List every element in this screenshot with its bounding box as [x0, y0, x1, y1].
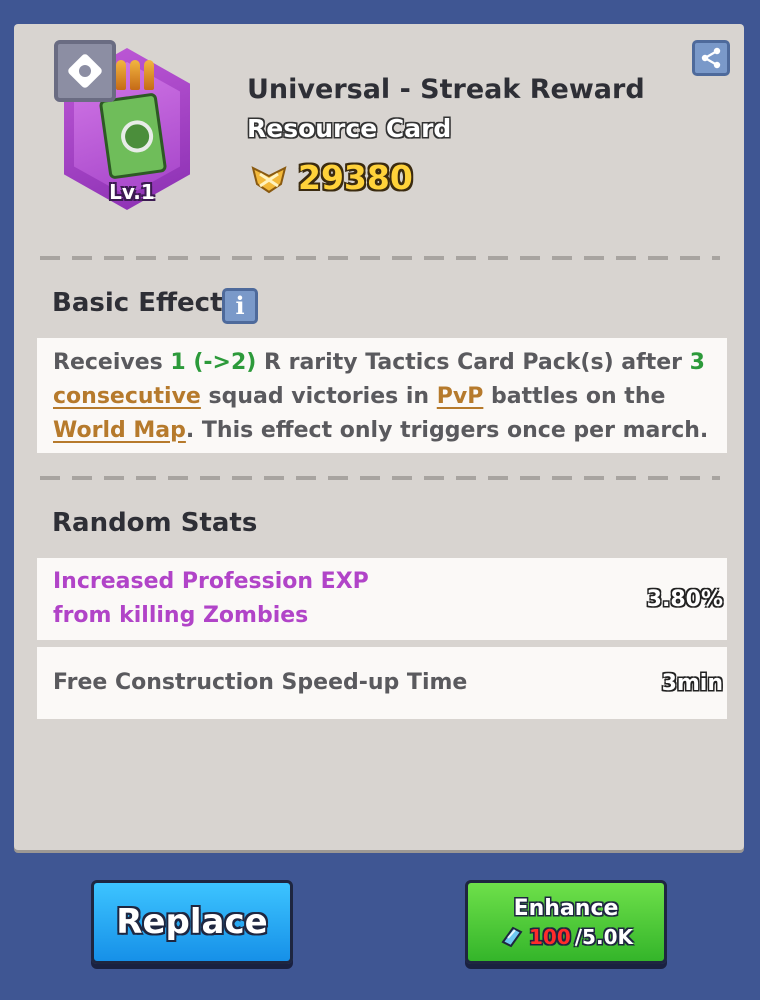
basic-effect-heading: Basic Effect — [52, 288, 223, 318]
divider — [40, 256, 720, 260]
card-level: Lv.1 — [109, 180, 155, 204]
info-button[interactable]: i — [222, 288, 258, 324]
replace-button[interactable]: Replace — [91, 880, 293, 964]
share-button[interactable] — [692, 40, 730, 76]
keyword-world-map[interactable]: World Map — [53, 418, 186, 443]
random-stats-heading: Random Stats — [52, 508, 258, 538]
stat-name: Free Construction Speed-up Time — [53, 670, 468, 695]
keyword-pvp[interactable]: PvP — [437, 384, 484, 409]
card-title: Universal - Streak Reward — [247, 74, 645, 105]
basic-effect-description: Receives 1 (->2) R rarity Tactics Card P… — [37, 338, 727, 453]
power-icon — [250, 164, 288, 194]
enhance-label: Enhance — [513, 895, 619, 921]
card-icon[interactable]: Lv.1 — [54, 40, 194, 215]
stat-row: Increased Profession EXP from killing Zo… — [37, 558, 727, 640]
divider — [40, 476, 720, 480]
keyword-consecutive[interactable]: consecutive — [53, 384, 201, 409]
share-icon — [701, 47, 721, 69]
cost-have: 100 — [529, 924, 571, 949]
crystal-icon — [501, 926, 523, 947]
stat-row: Free Construction Speed-up Time 3min — [37, 647, 727, 719]
power-value: 29380 — [298, 158, 413, 197]
replace-label: Replace — [116, 902, 268, 942]
stat-value: 3min — [661, 670, 723, 696]
enhance-button[interactable]: Enhance 100/5.0K — [465, 880, 667, 964]
card-type-badge-icon — [54, 40, 116, 102]
cost-need: /5.0K — [574, 924, 633, 949]
card-type: Resource Card — [247, 114, 452, 143]
enhance-cost: 100/5.0K — [499, 925, 633, 949]
stat-name: Increased Profession EXP from killing Zo… — [53, 569, 369, 628]
tactics-card-book-icon — [98, 92, 168, 180]
stat-value: 3.80% — [646, 586, 723, 612]
bullets-icon — [116, 60, 156, 94]
